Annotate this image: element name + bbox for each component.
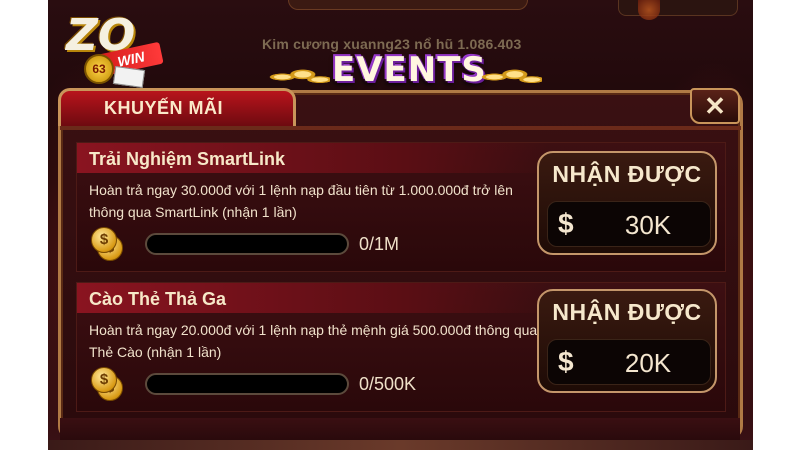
bottom-strip xyxy=(48,440,753,450)
dollar-icon: $ xyxy=(558,346,574,377)
top-bar xyxy=(288,0,528,10)
gold-coins-icon xyxy=(474,64,542,90)
lantern-icon xyxy=(638,0,660,20)
panel-divider xyxy=(60,126,741,130)
close-icon: ✕ xyxy=(704,91,726,121)
reward-label: NHẬN ĐƯỢC xyxy=(552,299,702,325)
progress-bar xyxy=(145,373,349,395)
playing-cards-icon xyxy=(112,65,146,89)
promo-card-scratch-card: Cào Thẻ Thả Ga Hoàn trả ngay 20.000đ với… xyxy=(76,282,726,412)
coin-stack-icon: $ $ xyxy=(91,227,125,261)
panel-bottom xyxy=(60,418,740,440)
reward-value: $ 30K xyxy=(547,201,711,247)
events-title: EVENTS xyxy=(332,50,487,90)
coin-front-icon: $ xyxy=(91,367,117,393)
top-right-tab[interactable] xyxy=(618,0,738,16)
reward-amount: 30K xyxy=(624,210,672,240)
game-logo: ZO WIN 63 xyxy=(66,10,176,90)
logo-badge: 63 xyxy=(84,54,114,84)
promo-card-smartlink: Trải Nghiệm SmartLink Hoàn trả ngay 30.0… xyxy=(76,142,726,272)
reward-value: $ 20K xyxy=(547,339,711,385)
promo-description: Hoàn trả ngay 30.000đ với 1 lệnh nạp đầu… xyxy=(89,182,513,220)
promo-title: Cào Thẻ Thả Ga xyxy=(89,289,227,309)
reward-label: NHẬN ĐƯỢC xyxy=(552,161,702,187)
gold-coins-icon xyxy=(262,64,330,90)
coin-stack-icon: $ $ xyxy=(91,367,125,401)
reward-amount: 20K xyxy=(624,348,672,378)
panel-title: KHUYẾN MÃI xyxy=(104,98,224,118)
coin-front-icon: $ xyxy=(91,227,117,253)
promo-title: Trải Nghiệm SmartLink xyxy=(89,149,286,169)
promo-header: Trải Nghiệm SmartLink xyxy=(77,143,547,173)
progress-text: 0/500K xyxy=(359,374,417,394)
dollar-icon: $ xyxy=(558,208,574,239)
claim-reward-button[interactable]: NHẬN ĐƯỢC $ 20K xyxy=(537,289,717,393)
close-button[interactable]: ✕ xyxy=(690,88,740,124)
promo-header: Cào Thẻ Thả Ga xyxy=(77,283,547,313)
promo-description: Hoàn trả ngay 20.000đ với 1 lệnh nạp thẻ… xyxy=(89,322,538,360)
progress-text: 0/1M xyxy=(359,234,400,254)
claim-reward-button[interactable]: NHẬN ĐƯỢC $ 30K xyxy=(537,151,717,255)
progress-bar xyxy=(145,233,349,255)
